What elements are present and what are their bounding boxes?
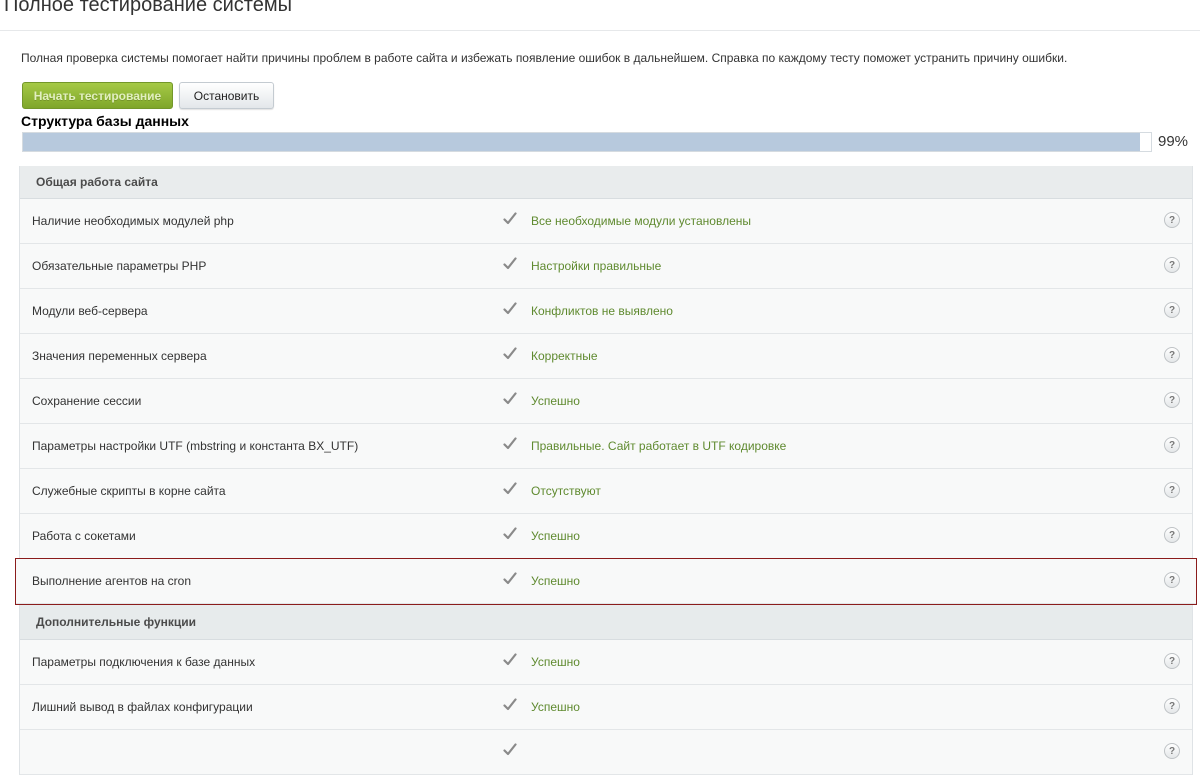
test-result: Успешно [531,655,580,669]
page-description: Полная проверка системы помогает найти п… [21,51,1068,65]
help-icon[interactable]: ? [1164,653,1180,669]
progress-percent: 99% [1158,133,1189,150]
check-icon [503,437,517,450]
check-icon [503,302,517,315]
help-icon[interactable]: ? [1164,302,1180,318]
table-row: Параметры подключения к базе данных Успе… [20,640,1192,685]
check-icon [503,482,517,495]
test-result: Настройки правильные [531,259,662,273]
table-row: Обязательные параметры PHP Настройки пра… [20,244,1192,289]
table-row: Модули веб-сервера Конфликтов не выявлен… [20,289,1192,334]
test-name: Обязательные параметры PHP [32,259,207,273]
help-icon[interactable]: ? [1164,482,1180,498]
test-name: Служебные скрипты в корне сайта [32,484,226,498]
table-row: Параметры настройки UTF (mbstring и конс… [20,424,1192,469]
test-name: Сохранение сессии [32,394,142,408]
test-result: Успешно [531,574,580,588]
help-icon[interactable]: ? [1164,212,1180,228]
progress-bar-fill [23,133,1140,151]
check-icon [503,743,517,756]
check-icon [503,392,517,405]
check-icon [503,257,517,270]
test-result: Успешно [531,529,580,543]
help-icon[interactable]: ? [1164,698,1180,714]
check-icon [503,212,517,225]
help-icon[interactable]: ? [1164,527,1180,543]
check-icon [503,653,517,666]
table-row: Наличие необходимых модулей php Все необ… [20,199,1192,244]
test-name: Наличие необходимых модулей php [32,214,234,228]
test-result: Правильные. Сайт работает в UTF кодировк… [531,439,787,453]
group-header-general: Общая работа сайта [20,166,1192,199]
help-icon[interactable]: ? [1164,572,1180,588]
check-icon [503,698,517,711]
help-icon[interactable]: ? [1164,257,1180,273]
page-title: Полное тестирование системы [4,0,292,16]
help-icon[interactable]: ? [1164,347,1180,363]
test-result: Отсутствуют [531,484,601,498]
test-name: Значения переменных сервера [32,349,207,363]
test-name: Выполнение агентов на cron [32,574,191,588]
test-name: Параметры подключения к базе данных [32,655,256,669]
check-icon [503,347,517,360]
table-row: Лишний вывод в файлах конфигурации Успеш… [20,685,1192,730]
table-row-highlighted: Выполнение агентов на cron Успешно ? [15,558,1197,605]
results-table: Общая работа сайта Наличие необходимых м… [15,166,1197,775]
group-header-additional: Дополнительные функции [20,604,1192,640]
table-row: Работа с сокетами Успешно ? [20,514,1192,559]
test-result: Успешно [531,394,580,408]
table-row: Значения переменных сервера Корректные ? [20,334,1192,379]
check-icon [503,527,517,540]
test-result: Успешно [531,700,580,714]
test-name: Работа с сокетами [32,529,136,543]
help-icon[interactable]: ? [1164,392,1180,408]
test-result: Корректные [531,349,598,363]
test-result: Конфликтов не выявлено [531,304,673,318]
help-icon[interactable]: ? [1164,743,1180,759]
table-row: Сохранение сессии Успешно ? [20,379,1192,424]
current-test-heading: Структура базы данных [21,113,189,129]
title-divider [0,30,1200,31]
test-result: Все необходимые модули установлены [531,214,751,228]
test-name: Параметры настройки UTF (mbstring и конс… [32,439,359,453]
test-name: Модули веб-сервера [32,304,148,318]
progress-bar [22,132,1152,152]
table-row: Служебные скрипты в корне сайта Отсутств… [20,469,1192,514]
help-icon[interactable]: ? [1164,437,1180,453]
stop-button[interactable]: Остановить [179,82,274,109]
check-icon [503,572,517,585]
table-row-partial: ? [20,730,1192,775]
start-testing-button[interactable]: Начать тестирование [22,82,173,109]
test-name: Лишний вывод в файлах конфигурации [32,700,253,714]
